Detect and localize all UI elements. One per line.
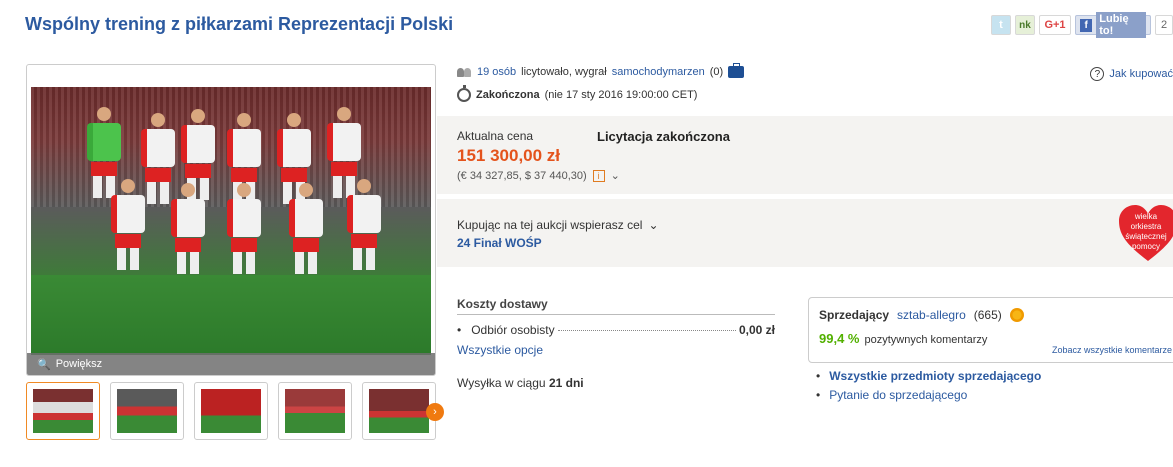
- all-seller-items-link[interactable]: Wszystkie przedmioty sprzedającego: [829, 369, 1041, 383]
- gplus-button[interactable]: G+1: [1039, 15, 1071, 35]
- how-to-buy-link[interactable]: ? Jak kupować: [1090, 67, 1173, 81]
- people-icon: [457, 67, 472, 77]
- super-seller-icon: [1009, 308, 1024, 322]
- thumbnail[interactable]: [194, 382, 268, 440]
- photo-player: [227, 183, 261, 274]
- all-comments-link[interactable]: Zobacz wszystkie komentarze: [1052, 345, 1172, 355]
- seller-name-link[interactable]: sztab-allegro: [897, 308, 966, 322]
- price-panel: Aktualna cena 151 300,00 zł (€ 34 327,85…: [437, 116, 1173, 194]
- chevron-down-icon: ⌄: [648, 218, 659, 232]
- price-label: Aktualna cena: [457, 129, 534, 143]
- charity-name[interactable]: 24 Finał WOŚP: [457, 236, 542, 250]
- magnifier-icon: 🔍: [37, 358, 51, 371]
- photo-player: [289, 183, 323, 274]
- question-icon: ?: [1090, 67, 1105, 81]
- all-shipping-options-link[interactable]: Wszystkie opcje: [457, 343, 775, 357]
- ask-seller-link[interactable]: Pytanie do sprzedającego: [829, 388, 967, 402]
- seller-panel: Sprzedający sztab-allegro (665) 99,4 % p…: [808, 297, 1173, 363]
- shipping-section: Koszty dostawy • Odbiór osobisty 0,00 zł…: [457, 297, 775, 357]
- wosp-logo-text: wielka orkiestra świątecznej pomocy: [1125, 212, 1167, 251]
- facebook-icon: f: [1080, 18, 1093, 32]
- social-bar: t nk G+1 f Lubię to! 2: [991, 12, 1173, 38]
- seller-links: • Wszystkie przedmioty sprzedającego • Pyt…: [816, 369, 1042, 402]
- thumbnail[interactable]: [110, 382, 184, 440]
- main-photo-frame[interactable]: 🔍 Powiększ: [26, 64, 436, 376]
- photo-player: [171, 183, 205, 274]
- seller-label: Sprzedający: [819, 308, 890, 322]
- shipping-method: Odbiór osobisty: [471, 323, 555, 337]
- current-price: 151 300,00 zł: [457, 146, 561, 165]
- chevron-right-icon[interactable]: ›: [426, 403, 444, 421]
- charity-label[interactable]: Kupując na tej aukcji wspierasz cel ⌄: [457, 218, 659, 232]
- photo-player: [347, 179, 381, 270]
- thumbnail[interactable]: [26, 382, 100, 440]
- twitter-icon[interactable]: t: [991, 15, 1011, 35]
- facebook-like-button[interactable]: f Lubię to!: [1075, 12, 1151, 38]
- like-count: 2: [1155, 15, 1173, 35]
- charity-panel: Kupując na tej aukcji wspierasz cel ⌄ 24…: [437, 199, 1173, 267]
- page-title: Wspólny trening z piłkarzami Reprezentac…: [25, 14, 454, 34]
- ended-label: Zakończona: [476, 89, 540, 101]
- photo-pitch: [31, 275, 431, 355]
- zoom-button[interactable]: 🔍 Powiększ: [27, 353, 435, 375]
- info-icon[interactable]: i: [592, 169, 605, 182]
- winner-link[interactable]: samochodymarzen: [612, 66, 705, 78]
- shipping-title: Koszty dostawy: [457, 297, 775, 315]
- thumbnail[interactable]: [362, 382, 436, 440]
- photo-player: [111, 179, 145, 270]
- chevron-down-icon[interactable]: ⌄: [611, 169, 620, 182]
- shipping-row: • Odbiór osobisty 0,00 zł: [457, 323, 775, 337]
- ended-date: (nie 17 sty 2016 19:00:00 CET): [544, 89, 698, 101]
- end-time-line: Zakończona (nie 17 sty 2016 19:00:00 CET…: [457, 85, 698, 102]
- bidders-line: 19 osób licytowało, wygrał samochodymarz…: [457, 63, 745, 78]
- thumbnail-strip: [26, 382, 436, 440]
- converted-price: (€ 34 327,85, $ 37 440,30) i ⌄: [457, 169, 620, 182]
- seller-score: (665): [973, 308, 1002, 322]
- thumbnail[interactable]: [278, 382, 352, 440]
- briefcase-icon: [728, 63, 745, 78]
- nk-icon[interactable]: nk: [1015, 15, 1035, 35]
- main-photo[interactable]: [31, 87, 431, 355]
- auction-status: Licytacja zakończona: [597, 129, 730, 144]
- photo-player: [141, 113, 175, 204]
- seller-rating: 99,4 % pozytywnych komentarzy: [819, 331, 988, 346]
- dispatch-time: Wysyłka w ciągu 21 dni: [457, 376, 584, 390]
- stopwatch-icon: [457, 85, 471, 102]
- bidders-link[interactable]: 19 osób: [477, 66, 516, 78]
- shipping-cost: 0,00 zł: [738, 323, 775, 337]
